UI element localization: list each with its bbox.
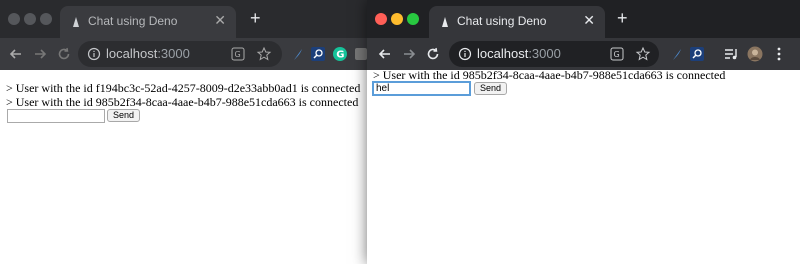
forward-arrow-icon[interactable] [401,46,417,62]
media-controls-icon[interactable] [723,46,739,62]
tab-title: Chat using Deno [457,14,547,28]
feather-extension-icon[interactable] [669,46,685,62]
page-content: > User with the id 985b2f34-8caa-4aae-b4… [367,68,800,264]
profile-avatar-icon[interactable] [747,46,763,62]
message-input[interactable] [7,109,105,123]
url-text: localhost:3000 [477,46,561,61]
back-arrow-icon[interactable] [377,46,393,62]
deno-favicon-icon [73,17,79,27]
svg-text:G: G [614,50,620,59]
url-text: localhost:3000 [106,46,190,61]
translate-icon[interactable]: G [609,46,625,62]
minimize-window-button[interactable] [24,13,36,25]
browser-window-back: Chat using Deno ✕ + localhost:3000 G G >… [0,0,368,264]
send-button[interactable]: Send [107,109,141,122]
bookmark-star-icon[interactable] [635,46,651,62]
chat-message: > User with the id 985b2f34-8caa-4aae-b4… [6,95,359,109]
browser-toolbar: localhost:3000 G [367,38,800,70]
reload-icon[interactable] [425,46,441,62]
forward-arrow-icon[interactable] [32,46,48,62]
bookmark-star-icon[interactable] [256,46,272,62]
tab-chat-using-deno[interactable]: Chat using Deno ✕ [429,6,605,38]
tab-close-icon[interactable]: ✕ [583,12,595,29]
title-bar: Chat using Deno ✕ + [0,0,368,38]
translate-icon[interactable]: G [230,46,246,62]
new-tab-icon[interactable]: + [250,9,261,27]
maximize-window-button[interactable] [40,13,52,25]
deno-favicon-icon [442,17,448,27]
back-arrow-icon[interactable] [8,46,24,62]
chat-message: > User with the id 985b2f34-8caa-4aae-b4… [373,68,726,82]
message-input[interactable] [372,81,471,96]
grammarly-extension-icon[interactable]: G [332,46,348,62]
browser-window-front: Chat using Deno ✕ + localhost:3000 G > U… [367,0,800,264]
extension-icon[interactable] [354,46,368,62]
tab-close-icon[interactable]: ✕ [214,12,226,29]
site-info-icon[interactable] [87,47,101,61]
new-tab-icon[interactable]: + [617,9,628,27]
magnifier-extension-icon[interactable] [310,46,326,62]
address-bar[interactable]: localhost:3000 G [78,41,282,67]
send-button[interactable]: Send [474,82,508,95]
close-window-button[interactable] [8,13,20,25]
feather-extension-icon[interactable] [290,46,306,62]
title-bar: Chat using Deno ✕ + [367,0,800,38]
maximize-window-button[interactable] [407,13,419,25]
svg-text:G: G [235,50,241,59]
page-content: > User with the id f194bc3c-52ad-4257-80… [0,70,368,264]
tab-chat-using-deno[interactable]: Chat using Deno ✕ [60,6,236,38]
magnifier-extension-icon[interactable] [689,46,705,62]
chat-message: > User with the id f194bc3c-52ad-4257-80… [6,81,361,95]
more-options-icon[interactable] [771,46,787,62]
close-window-button[interactable] [375,13,387,25]
svg-text:G: G [336,50,344,61]
tab-title: Chat using Deno [88,14,178,28]
browser-toolbar: localhost:3000 G G [0,38,368,70]
address-bar[interactable]: localhost:3000 G [449,41,659,67]
site-info-icon[interactable] [458,47,472,61]
reload-icon[interactable] [56,46,72,62]
minimize-window-button[interactable] [391,13,403,25]
